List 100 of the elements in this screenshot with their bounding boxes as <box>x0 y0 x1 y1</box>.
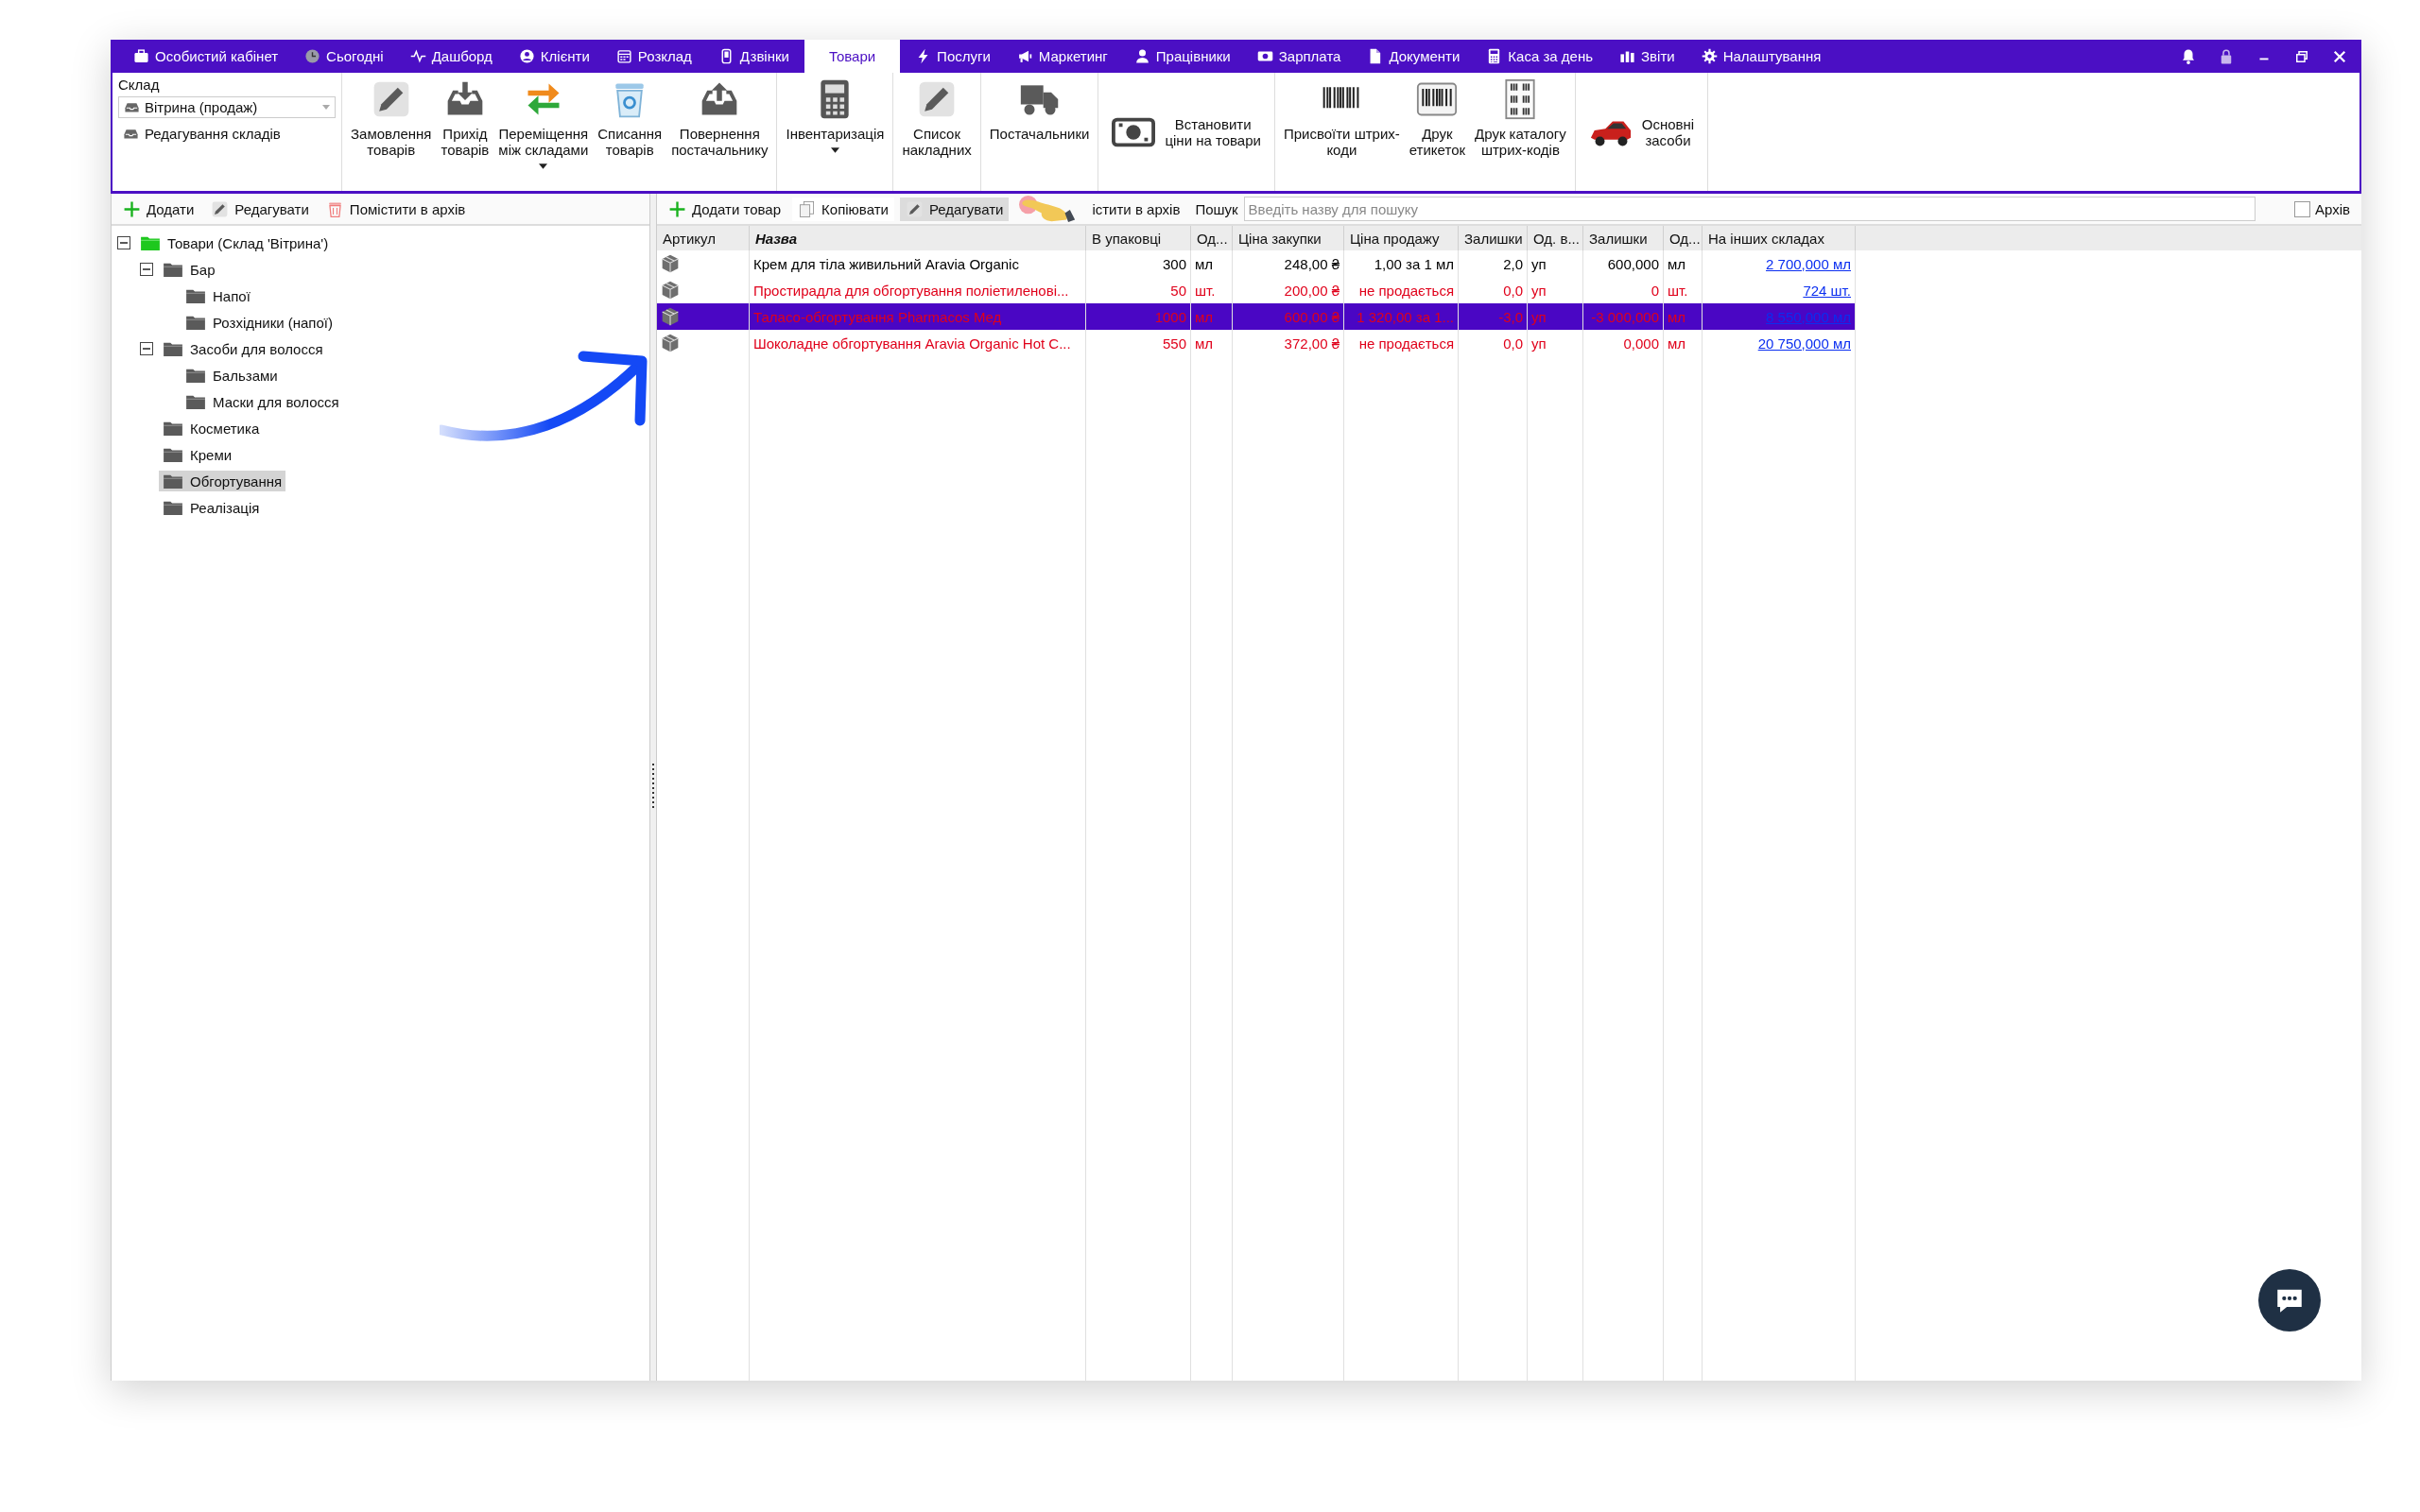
toolbar-button[interactable]: Додати товар <box>663 197 787 221</box>
column-header[interactable]: Од. в... <box>1528 226 1583 250</box>
column-header[interactable]: Артикул <box>657 226 750 250</box>
tree-item[interactable]: Обгортування <box>159 471 286 491</box>
table-cell: 600,00 ₴ <box>1284 308 1340 325</box>
column-header[interactable]: Залишки <box>1459 226 1528 250</box>
folder-icon <box>163 499 183 516</box>
ribbon-button[interactable]: Списання товарів <box>593 73 667 191</box>
toolbar-button[interactable]: Помістити в архів <box>320 197 472 221</box>
table-cell: -3,0 <box>1498 308 1523 325</box>
menu-tab[interactable]: Працівники <box>1122 40 1242 73</box>
splitter-grip-icon[interactable] <box>651 764 655 811</box>
tree-item[interactable]: Креми <box>159 444 236 465</box>
table-row[interactable]: Крем для тіла живильний Aravia Organic 300 мл 248,00 ₴ 1,00 за 1 мл 2,0 уп 600,000 мл 2 700,000 мл <box>657 250 1856 277</box>
toolbar-button[interactable]: Редагувати <box>205 197 315 221</box>
table-cell: мл <box>1668 308 1686 325</box>
table-cell: 0,0 <box>1503 335 1523 352</box>
tree-item[interactable]: Товари (Склад 'Вітрина') <box>136 232 333 253</box>
search-field[interactable]: Введіть назву для пошуку <box>1243 197 2256 221</box>
collapse-toggle-icon[interactable] <box>140 342 153 355</box>
tree-item[interactable]: Розхідники (напої) <box>182 312 337 333</box>
tree-item[interactable]: Бар <box>159 259 219 280</box>
warehouse-label: Склад <box>118 77 161 93</box>
ribbon-button[interactable]: Друк етикеток <box>1404 73 1471 191</box>
edit-warehouses-button[interactable]: Редагування складів <box>118 122 336 146</box>
table-cell: Шоколадне обгортування Aravia Organic Hot C... <box>753 335 1071 352</box>
table-link[interactable]: 724 шт. <box>1803 282 1851 299</box>
column-header[interactable]: Од... <box>1664 226 1703 250</box>
ribbon-button[interactable]: Друк каталогу штрих-кодів <box>1470 73 1571 191</box>
ribbon-button[interactable]: Прихід товарів <box>436 73 494 191</box>
person-icon <box>1133 48 1150 64</box>
menu-tab[interactable]: Сьогодні <box>293 40 395 73</box>
caret-icon <box>830 147 839 153</box>
archive-checkbox[interactable]: Архів <box>2294 200 2356 217</box>
ribbon-button[interactable]: Список накладних <box>897 73 977 191</box>
column-header[interactable]: Назва <box>750 226 1086 250</box>
toolbar-button[interactable]: Редагувати <box>899 197 1010 221</box>
collapse-toggle-icon[interactable] <box>117 236 130 249</box>
ribbon-button[interactable]: Замовлення товарів <box>346 73 437 191</box>
caret-icon <box>539 163 548 169</box>
menu-tab[interactable]: Маркетинг <box>1005 40 1119 73</box>
box-icon <box>661 334 680 352</box>
tree-item[interactable]: Засоби для волосся <box>159 338 327 359</box>
table-cell: не продається <box>1358 282 1454 299</box>
table-cell: 50 <box>1170 282 1186 299</box>
table-cell: -3 000,000 <box>1591 308 1659 325</box>
warehouse-select[interactable]: Вітрина (продаж) <box>118 96 336 118</box>
table-cell: мл <box>1195 255 1214 272</box>
menu-tab[interactable]: Клієнти <box>507 40 601 73</box>
column-header[interactable]: Ціна продажу <box>1344 226 1459 250</box>
collapse-toggle-icon[interactable] <box>140 263 153 276</box>
bell-icon[interactable] <box>2180 47 2197 65</box>
column-header[interactable]: На інших складах <box>1703 226 1856 250</box>
table-cell: уп <box>1531 282 1547 299</box>
column-header[interactable]: Ціна закупки <box>1233 226 1344 250</box>
ribbon-button[interactable]: Переміщення між складами <box>493 73 594 191</box>
copy-pages-icon <box>798 199 817 218</box>
plus-icon <box>668 199 686 218</box>
ribbon-button[interactable]: Повернення постачальнику <box>666 73 773 191</box>
menu-tab[interactable]: Каса за день <box>1475 40 1605 73</box>
ribbon-button[interactable]: Встановити ціни на товари <box>1102 73 1270 191</box>
table-cell: шт. <box>1195 282 1216 299</box>
menu-tab[interactable]: Звіти <box>1608 40 1686 73</box>
menu-tab[interactable]: Зарплата <box>1245 40 1353 73</box>
calendar-icon <box>615 48 632 64</box>
menu-tab[interactable]: Товари <box>804 40 901 73</box>
ribbon-button[interactable]: Постачальники <box>984 73 1095 191</box>
toolbar-button[interactable]: Копіювати <box>792 197 894 221</box>
tree-item[interactable]: Бальзами <box>182 365 282 386</box>
menu-tab[interactable]: Налаштування <box>1689 40 1833 73</box>
column-header[interactable]: Од... <box>1191 226 1233 250</box>
table-cell: 1000 <box>1154 308 1186 325</box>
column-header[interactable]: В упаковці <box>1086 226 1191 250</box>
toolbar-button[interactable]: Додати <box>117 197 200 221</box>
tree-item[interactable]: Косметика <box>159 418 264 438</box>
menu-tab[interactable]: Розклад <box>604 40 703 73</box>
menu-tab[interactable]: Особистий кабінет <box>122 40 290 73</box>
toolbar-button[interactable]: істити в архів <box>1086 198 1186 220</box>
tree-item[interactable]: Реалізація <box>159 497 264 518</box>
table-cell: 1,00 за 1 мл <box>1374 255 1454 272</box>
column-header[interactable]: Залишки <box>1583 226 1664 250</box>
table-cell: 600,000 <box>1607 255 1659 272</box>
menu-tab[interactable]: Документи <box>1356 40 1472 73</box>
table-row[interactable]: Шоколадне обгортування Aravia Organic Hot C... 550 мл 372,00 ₴ не продається 0,0 уп 0,000 мл 20 750,000 мл <box>657 330 1856 356</box>
ribbon-button[interactable]: Присвоїти штрих- коди <box>1278 73 1405 191</box>
menu-tab[interactable]: Дзвінки <box>706 40 801 73</box>
menu-tab[interactable]: Дашборд <box>398 40 504 73</box>
caret-icon <box>322 105 330 110</box>
ribbon-button[interactable]: Інвентаризація <box>781 73 890 191</box>
table-link[interactable]: 20 750,000 мл <box>1757 335 1851 352</box>
tree-item[interactable]: Маски для волосся <box>182 391 343 412</box>
table-cell: не продається <box>1358 335 1454 352</box>
table-cell: Простирадла для обгортування поліетиленові... <box>753 282 1069 299</box>
tree-item[interactable]: Напої <box>182 285 254 306</box>
user-circle-icon <box>518 48 535 64</box>
menu-tab[interactable]: Послуги <box>904 40 1002 73</box>
folder-icon <box>163 340 183 357</box>
table-link[interactable]: 2 700,000 мл <box>1766 255 1851 272</box>
ribbon-button[interactable]: Основні засоби <box>1579 73 1704 191</box>
folder-icon <box>140 234 161 251</box>
